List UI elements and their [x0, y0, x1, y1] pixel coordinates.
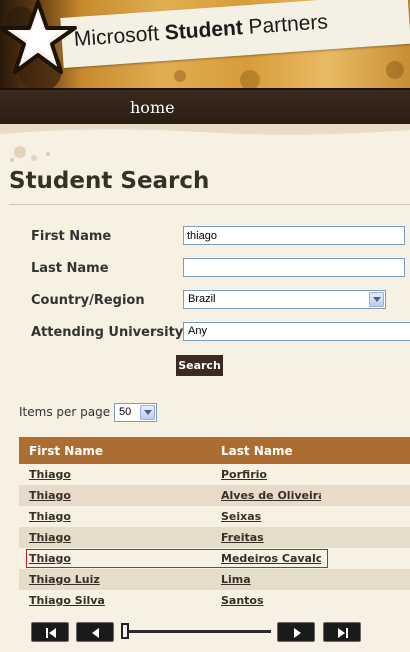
- header-banner: Microsoft Student Partners: [0, 0, 410, 88]
- page-title: Student Search: [9, 168, 210, 194]
- title-divider: [9, 204, 410, 205]
- chevron-down-icon[interactable]: [140, 405, 155, 420]
- first-name-input[interactable]: [183, 226, 405, 245]
- column-header-first-name[interactable]: First Name: [29, 444, 103, 458]
- page-slider-handle[interactable]: [121, 623, 129, 639]
- country-select[interactable]: Brazil: [183, 290, 386, 309]
- previous-page-icon: [92, 628, 99, 638]
- table-row[interactable]: Thiago Porfirio: [19, 464, 410, 485]
- results-header-row: First Name Last Name: [19, 437, 410, 464]
- decorative-divider: [0, 124, 410, 164]
- first-name-link[interactable]: Thiago: [29, 552, 209, 565]
- results-table: First Name Last Name Thiago Porfirio Thi…: [19, 437, 410, 611]
- first-name-link[interactable]: Thiago Luiz: [29, 573, 209, 586]
- nav-home-link[interactable]: home: [130, 98, 175, 117]
- last-page-button[interactable]: [323, 622, 361, 642]
- last-name-link[interactable]: Seixas: [221, 510, 321, 523]
- first-page-button[interactable]: [31, 622, 69, 642]
- table-row[interactable]: Thiago Alves de Oliveira I: [19, 485, 410, 506]
- last-name-link[interactable]: Alves de Oliveira I: [221, 489, 321, 502]
- search-button[interactable]: Search: [176, 355, 223, 376]
- last-name-label: Last Name: [31, 261, 109, 276]
- next-page-icon: [294, 628, 301, 638]
- star-logo-icon: [0, 0, 77, 74]
- first-name-link[interactable]: Thiago: [29, 510, 209, 523]
- items-per-page-value: 50: [119, 406, 132, 418]
- first-name-link[interactable]: Thiago: [29, 531, 209, 544]
- last-name-link[interactable]: Porfirio: [221, 468, 321, 481]
- page-slider-track[interactable]: [123, 630, 271, 633]
- university-label: Attending University: [31, 325, 184, 340]
- nav-bar: home: [0, 88, 410, 124]
- items-per-page-select[interactable]: 50: [114, 403, 157, 422]
- next-page-button[interactable]: [277, 622, 315, 642]
- last-name-input[interactable]: [183, 258, 405, 277]
- table-row[interactable]: Thiago Freitas: [19, 527, 410, 548]
- university-select-value: Any: [188, 325, 207, 337]
- first-name-label: First Name: [31, 229, 112, 244]
- chevron-down-icon[interactable]: [369, 292, 384, 307]
- logo-bold: Student: [163, 16, 244, 45]
- last-name-link[interactable]: Lima: [221, 573, 321, 586]
- last-name-link[interactable]: Santos: [221, 594, 321, 607]
- last-name-link[interactable]: Freitas: [221, 531, 321, 544]
- first-name-link[interactable]: Thiago Silva: [29, 594, 209, 607]
- university-select[interactable]: Any: [183, 322, 410, 341]
- table-row[interactable]: Thiago Luiz Lima: [19, 569, 410, 590]
- logo-prefix: Microsoft: [73, 22, 160, 51]
- table-row[interactable]: Thiago Silva Santos: [19, 590, 410, 611]
- items-per-page-label: Items per page: [19, 405, 111, 419]
- country-label: Country/Region: [31, 293, 145, 308]
- last-name-link[interactable]: Medeiros Cavalcanti: [221, 552, 321, 565]
- column-header-last-name[interactable]: Last Name: [221, 444, 293, 458]
- first-page-icon: [46, 628, 56, 638]
- first-name-link[interactable]: Thiago: [29, 489, 209, 502]
- country-select-value: Brazil: [188, 293, 216, 305]
- logo-suffix: Partners: [247, 10, 329, 39]
- previous-page-button[interactable]: [76, 622, 114, 642]
- first-name-link[interactable]: Thiago: [29, 468, 209, 481]
- table-row[interactable]: Thiago Seixas: [19, 506, 410, 527]
- last-page-icon: [338, 628, 348, 638]
- table-row-selected[interactable]: Thiago Medeiros Cavalcanti: [19, 548, 410, 569]
